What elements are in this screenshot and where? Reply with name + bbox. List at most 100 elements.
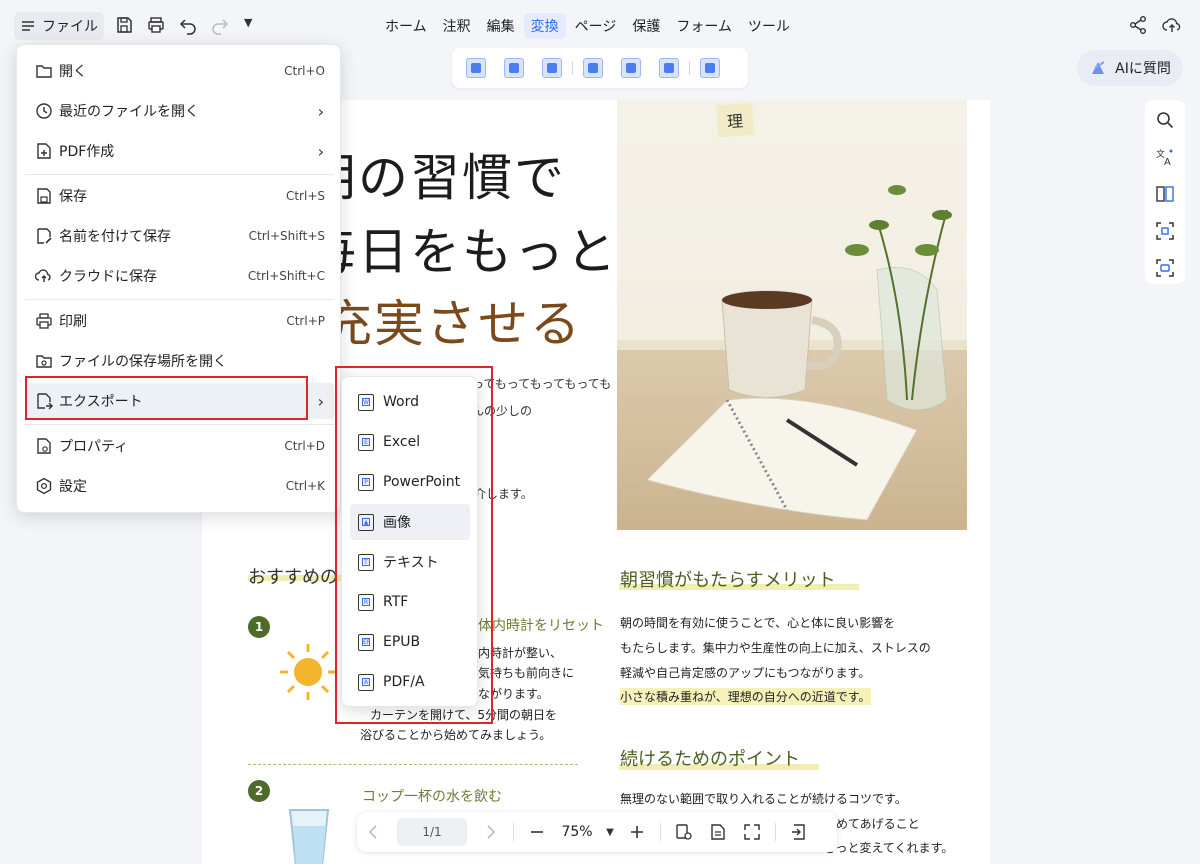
printer-icon bbox=[36, 313, 52, 329]
item1-text: 内時計が整い、 bbox=[478, 646, 563, 660]
file-menu-button[interactable]: ファイル bbox=[14, 12, 104, 40]
export-item-label: Word bbox=[383, 394, 419, 410]
export-rtf[interactable]: R RTF bbox=[350, 584, 470, 620]
section-heading-benefits: 朝習慣がもたらすメリット bbox=[620, 570, 836, 591]
export-item-label: Excel bbox=[383, 434, 421, 450]
export-excel[interactable]: E Excel bbox=[350, 424, 470, 460]
tips-text: 褒めてあげること bbox=[824, 817, 920, 831]
menu-item-label: 開く bbox=[59, 64, 87, 80]
to-pdfa-icon[interactable] bbox=[621, 58, 641, 78]
document-title-line3: 充実させる bbox=[322, 295, 582, 353]
tab-page[interactable]: ページ bbox=[568, 13, 624, 39]
export-word[interactable]: W Word bbox=[350, 384, 470, 420]
menu-item-open-location[interactable]: ファイルの保存場所を開く bbox=[25, 343, 334, 379]
compare-icon[interactable] bbox=[1155, 184, 1175, 204]
folder-open-icon bbox=[36, 65, 52, 78]
menu-item-export[interactable]: エクスポート › bbox=[25, 383, 334, 419]
cloud-upload-icon[interactable] bbox=[1162, 15, 1182, 35]
zoom-dropdown-icon[interactable]: ▼ bbox=[600, 827, 620, 838]
tab-form[interactable]: フォーム bbox=[669, 13, 739, 39]
export-image[interactable]: ▲ 画像 bbox=[350, 504, 470, 540]
export-pdfa[interactable]: A PDF/A bbox=[350, 664, 470, 700]
to-word-icon[interactable] bbox=[466, 58, 486, 78]
menu-item-create-pdf[interactable]: PDF作成 › bbox=[25, 133, 334, 169]
save-as-icon bbox=[37, 228, 52, 244]
collapse-bar-button[interactable] bbox=[782, 823, 816, 841]
chevron-right-icon bbox=[487, 825, 496, 839]
search-icon[interactable] bbox=[1155, 110, 1175, 130]
view-mode-button[interactable] bbox=[667, 823, 701, 841]
zoom-level[interactable]: 75% bbox=[554, 824, 600, 840]
tab-protect[interactable]: 保護 bbox=[625, 13, 667, 39]
to-image-icon[interactable] bbox=[583, 58, 603, 78]
tab-home[interactable]: ホーム bbox=[378, 13, 434, 39]
menu-item-open[interactable]: 開く Ctrl+O bbox=[25, 53, 334, 89]
main-menu-tabs: ホーム 注釈 編集 変換 ページ 保護 フォーム ツール bbox=[378, 13, 799, 39]
document-title-line2: 毎日をもっと bbox=[306, 223, 618, 281]
translate-icon[interactable]: 文A bbox=[1155, 147, 1175, 167]
to-more-icon[interactable] bbox=[659, 58, 679, 78]
tab-convert[interactable]: 変換 bbox=[523, 13, 566, 39]
photo-tag: 理 bbox=[715, 102, 755, 138]
screen-capture-icon[interactable] bbox=[1155, 258, 1175, 278]
crop-icon[interactable] bbox=[1155, 221, 1175, 241]
menu-item-recent[interactable]: 最近のファイルを開く › bbox=[25, 93, 334, 129]
menu-item-label: 保存 bbox=[59, 189, 87, 205]
ai-ask-button[interactable]: AIに質問 bbox=[1077, 50, 1183, 86]
batch-convert-icon[interactable] bbox=[700, 58, 720, 78]
save-icon bbox=[37, 188, 51, 204]
intro-text: 介します。 bbox=[474, 487, 533, 501]
export-item-label: 画像 bbox=[383, 515, 411, 531]
tab-tools[interactable]: ツール bbox=[741, 13, 797, 39]
divider bbox=[689, 61, 690, 75]
shortcut-label: Ctrl+D bbox=[284, 439, 325, 453]
menu-divider bbox=[25, 424, 334, 425]
tab-annotate[interactable]: 注釈 bbox=[436, 13, 478, 39]
menu-item-label: 最近のファイルを開く bbox=[59, 104, 199, 120]
fullscreen-button[interactable] bbox=[735, 823, 769, 841]
undo-icon[interactable] bbox=[178, 15, 198, 35]
to-powerpoint-icon[interactable] bbox=[542, 58, 562, 78]
menu-item-print[interactable]: 印刷 Ctrl+P bbox=[25, 303, 334, 339]
menu-item-settings[interactable]: 設定 Ctrl+K bbox=[25, 468, 334, 504]
export-text[interactable]: T テキスト bbox=[350, 544, 470, 580]
item1-text: カーテンを開けて、5分間の朝日を bbox=[370, 708, 558, 722]
expand-icon bbox=[744, 824, 760, 840]
benefit-text: もたらします。集中力や生産性の向上に加え、ストレスの bbox=[620, 641, 931, 655]
save-icon[interactable] bbox=[114, 15, 134, 35]
page-layout-button[interactable] bbox=[701, 823, 735, 841]
tab-edit[interactable]: 編集 bbox=[480, 13, 522, 39]
page-navigation-bar: 1/1 75% ▼ bbox=[357, 812, 837, 852]
prev-page-button[interactable] bbox=[357, 823, 391, 841]
rtf-file-icon: R bbox=[358, 593, 374, 611]
zoom-in-button[interactable] bbox=[620, 823, 654, 841]
shortcut-label: Ctrl+K bbox=[285, 479, 325, 493]
next-page-button[interactable] bbox=[473, 823, 507, 841]
menu-item-save[interactable]: 保存 Ctrl+S bbox=[25, 178, 334, 214]
chevron-right-icon: › bbox=[317, 101, 324, 121]
print-icon[interactable] bbox=[146, 15, 166, 35]
menu-item-save-cloud[interactable]: クラウドに保存 Ctrl+Shift+C bbox=[25, 258, 334, 294]
shortcut-label: Ctrl+P bbox=[286, 314, 325, 328]
export-item-label: EPUB bbox=[383, 634, 421, 650]
export-epub[interactable]: EP EPUB bbox=[350, 624, 470, 660]
epub-file-icon: EP bbox=[358, 633, 374, 651]
ai-sparkle-icon bbox=[1092, 61, 1105, 74]
share-icon[interactable] bbox=[1128, 15, 1148, 35]
clock-icon bbox=[36, 103, 52, 119]
redo-icon[interactable] bbox=[210, 15, 230, 35]
to-excel-icon[interactable] bbox=[504, 58, 524, 78]
menu-item-save-as[interactable]: 名前を付けて保存 Ctrl+Shift+S bbox=[25, 218, 334, 254]
menu-item-properties[interactable]: プロパティ Ctrl+D bbox=[25, 428, 334, 464]
export-powerpoint[interactable]: P PowerPoint bbox=[350, 464, 470, 500]
dropdown-caret-icon[interactable]: ▼ bbox=[244, 16, 264, 36]
shortcut-label: Ctrl+Shift+C bbox=[247, 269, 325, 283]
section-heading-tips: 続けるためのポイント bbox=[620, 749, 800, 770]
text-file-icon: T bbox=[358, 553, 374, 571]
page-indicator[interactable]: 1/1 bbox=[397, 818, 467, 846]
divider bbox=[660, 823, 661, 841]
powerpoint-file-icon: P bbox=[358, 473, 374, 491]
benefit-text: 朝の時間を有効に使うことで、心と体に良い影響を bbox=[620, 616, 896, 630]
hamburger-icon bbox=[22, 21, 34, 31]
zoom-out-button[interactable] bbox=[520, 823, 554, 841]
